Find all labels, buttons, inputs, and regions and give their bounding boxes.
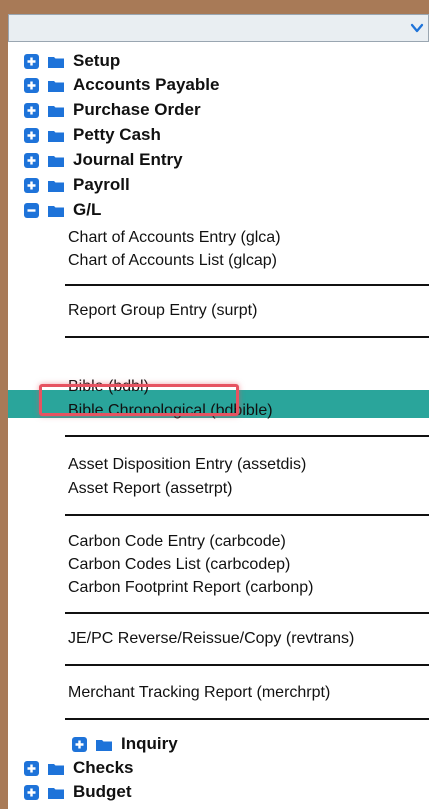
menu-link-carbon-code-entry[interactable]: Carbon Code Entry (carbcode) bbox=[68, 533, 286, 551]
plus-icon[interactable] bbox=[24, 77, 39, 93]
tree-item-label: G/L bbox=[73, 200, 102, 219]
menu-link-carbon-codes-list[interactable]: Carbon Codes List (carbcodep) bbox=[68, 556, 290, 574]
tree-item-accounts-payable[interactable]: Accounts Payable bbox=[24, 73, 219, 97]
folder-icon bbox=[48, 79, 64, 92]
plus-icon[interactable] bbox=[72, 736, 87, 752]
tree-item-checks[interactable]: Checks bbox=[24, 756, 133, 780]
tree-item-inquiry[interactable]: Inquiry bbox=[72, 732, 178, 756]
menu-link-je-pc-reverse-reissue-copy[interactable]: JE/PC Reverse/Reissue/Copy (revtrans) bbox=[68, 630, 354, 648]
tree-item-label: Journal Entry bbox=[73, 150, 183, 169]
plus-icon[interactable] bbox=[24, 784, 39, 800]
tree-item-setup[interactable]: Setup bbox=[24, 49, 120, 73]
separator bbox=[65, 435, 429, 437]
menu-link-trial-balance[interactable]: Trial Balance (gltb) bbox=[68, 356, 202, 374]
separator bbox=[65, 336, 429, 338]
tree-item-label: Budget bbox=[73, 782, 132, 801]
folder-icon bbox=[48, 154, 64, 167]
menu-link-chart-of-accounts-list[interactable]: Chart of Accounts List (glcap) bbox=[68, 252, 277, 270]
tree-item-purchase-order[interactable]: Purchase Order bbox=[24, 98, 201, 122]
tree-item-gl[interactable]: G/L bbox=[24, 198, 101, 222]
tree-item-label: Checks bbox=[73, 758, 134, 777]
folder-icon bbox=[48, 104, 64, 117]
folder-icon bbox=[48, 179, 64, 192]
chevron-down-icon[interactable] bbox=[406, 15, 428, 41]
folder-icon bbox=[48, 129, 64, 142]
plus-icon[interactable] bbox=[24, 127, 39, 143]
folder-icon bbox=[48, 55, 64, 68]
menu-link-merchant-tracking-report[interactable]: Merchant Tracking Report (merchrpt) bbox=[68, 684, 330, 702]
tree-item-label: Purchase Order bbox=[73, 100, 201, 119]
window-frame-left bbox=[0, 0, 8, 809]
folder-icon bbox=[48, 204, 64, 217]
menu-tree: Setup Accounts Payable Purchase Order Pe… bbox=[8, 44, 429, 809]
tree-item-label: Petty Cash bbox=[73, 125, 161, 144]
tree-item-label: Setup bbox=[73, 51, 121, 70]
folder-icon bbox=[96, 738, 112, 751]
top-dropdown-bar[interactable] bbox=[8, 14, 429, 42]
tree-item-budget[interactable]: Budget bbox=[24, 780, 132, 804]
menu-link-asset-disposition-entry[interactable]: Asset Disposition Entry (assetdis) bbox=[68, 456, 306, 474]
tree-item-payroll[interactable]: Payroll bbox=[24, 173, 130, 197]
menu-link-report-group-entry[interactable]: Report Group Entry (surpt) bbox=[68, 302, 257, 320]
tree-item-label: Inquiry bbox=[121, 734, 178, 753]
plus-icon[interactable] bbox=[24, 760, 39, 776]
plus-icon[interactable] bbox=[24, 53, 39, 69]
separator bbox=[65, 612, 429, 614]
menu-link-asset-report[interactable]: Asset Report (assetrpt) bbox=[68, 480, 233, 498]
minus-icon[interactable] bbox=[24, 202, 39, 218]
tree-item-label: Payroll bbox=[73, 175, 130, 194]
folder-icon bbox=[48, 786, 64, 799]
folder-icon bbox=[48, 762, 64, 775]
menu-link-carbon-footprint-report[interactable]: Carbon Footprint Report (carbonp) bbox=[68, 579, 313, 597]
separator bbox=[65, 514, 429, 516]
plus-icon[interactable] bbox=[24, 152, 39, 168]
menu-link-chart-of-accounts-entry[interactable]: Chart of Accounts Entry (glca) bbox=[68, 229, 281, 247]
window-frame-top bbox=[0, 0, 429, 14]
plus-icon[interactable] bbox=[24, 177, 39, 193]
tree-item-petty-cash[interactable]: Petty Cash bbox=[24, 123, 161, 147]
tree-item-journal-entry[interactable]: Journal Entry bbox=[24, 148, 183, 172]
separator bbox=[65, 664, 429, 666]
annotation-highlight-box bbox=[39, 384, 239, 416]
tree-item-label: Accounts Payable bbox=[73, 75, 220, 94]
separator bbox=[65, 284, 429, 286]
plus-icon[interactable] bbox=[24, 102, 39, 118]
separator bbox=[65, 718, 429, 720]
